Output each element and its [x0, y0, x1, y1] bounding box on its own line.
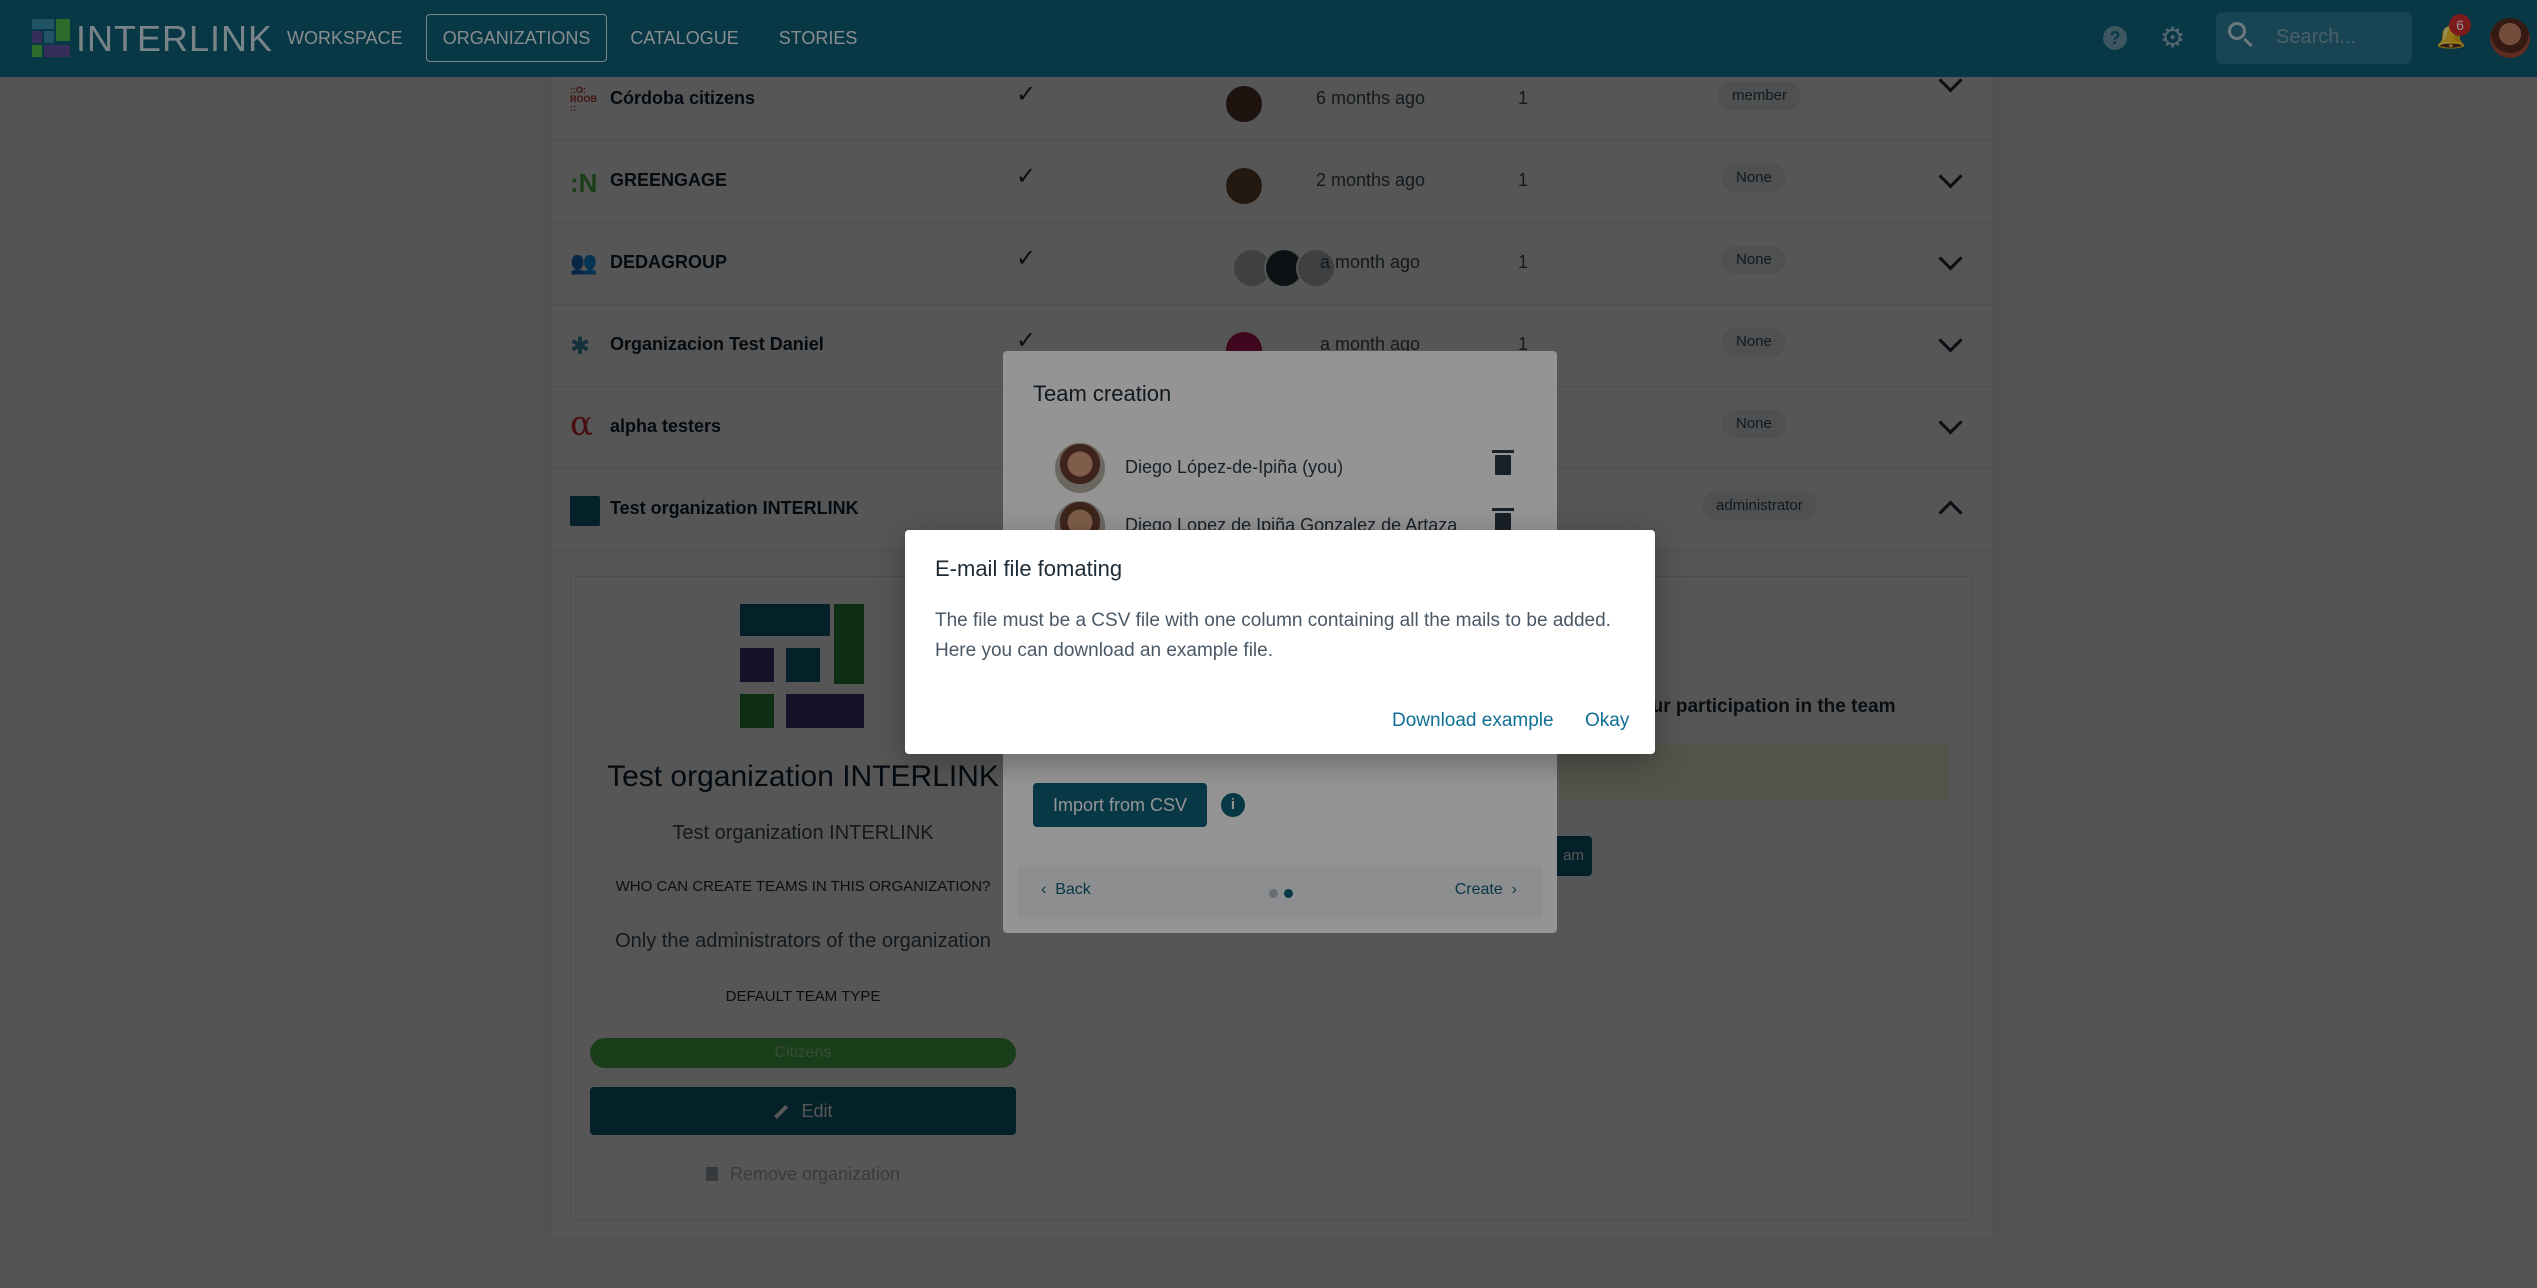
- email-format-dialog: E-mail file fomating The file must be a …: [905, 530, 1655, 754]
- okay-button[interactable]: Okay: [1585, 710, 1629, 732]
- download-example-button[interactable]: Download example: [1392, 710, 1554, 732]
- dialog-title: E-mail file fomating: [935, 556, 1123, 581]
- dialog-body: The file must be a CSV file with one col…: [935, 610, 1611, 661]
